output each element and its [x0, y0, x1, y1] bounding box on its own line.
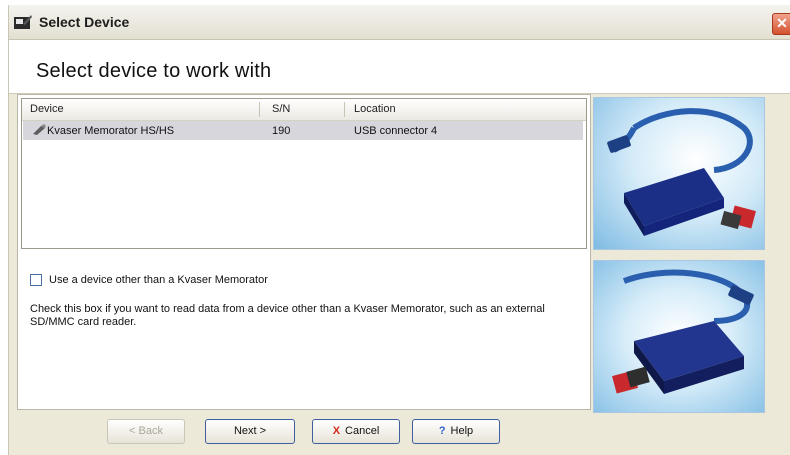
column-header-location[interactable]: Location — [354, 103, 396, 115]
cancel-icon: X — [332, 425, 341, 437]
table-row[interactable]: Kvaser Memorator HS/HS 190 USB connector… — [23, 121, 583, 140]
close-button[interactable]: ✕ — [772, 13, 790, 35]
content-panel: Device S/N Location Kvaser Memorator HS/… — [17, 94, 591, 410]
device-list[interactable]: Device S/N Location Kvaser Memorator HS/… — [21, 98, 587, 249]
device-icon — [33, 124, 46, 135]
column-header-device[interactable]: Device — [30, 103, 64, 115]
app-icon — [14, 15, 32, 29]
device-location: USB connector 4 — [354, 125, 438, 137]
page-title: Select device to work with — [36, 60, 272, 82]
help-button[interactable]: ? Help — [412, 419, 500, 444]
column-divider[interactable] — [259, 102, 260, 117]
device-name: Kvaser Memorator HS/HS — [47, 125, 175, 137]
window-title: Select Device — [39, 14, 130, 30]
next-button[interactable]: Next > — [205, 419, 295, 444]
column-divider[interactable] — [344, 102, 345, 117]
select-device-window: Select Device ✕ Select device to work wi… — [8, 5, 790, 455]
memorator-illustration-top — [593, 97, 765, 250]
memorator-illustration-bottom — [593, 260, 765, 413]
list-header: Device S/N Location — [22, 99, 586, 121]
cancel-label: Cancel — [345, 425, 380, 437]
help-icon: ? — [438, 425, 446, 437]
column-header-sn[interactable]: S/N — [272, 103, 290, 115]
usb-device-image — [612, 269, 754, 394]
option-description: Check this box if you want to read data … — [30, 303, 545, 328]
usb-device-image — [607, 108, 756, 236]
page-header: Select device to work with — [9, 40, 790, 94]
cancel-button[interactable]: X Cancel — [312, 419, 400, 444]
device-serial: 190 — [272, 125, 291, 137]
other-device-label[interactable]: Use a device other than a Kvaser Memorat… — [49, 274, 268, 286]
help-label: Help — [450, 425, 474, 437]
back-button[interactable]: < Back — [107, 419, 185, 444]
other-device-checkbox[interactable] — [30, 274, 42, 286]
title-bar[interactable]: Select Device ✕ — [9, 5, 790, 40]
